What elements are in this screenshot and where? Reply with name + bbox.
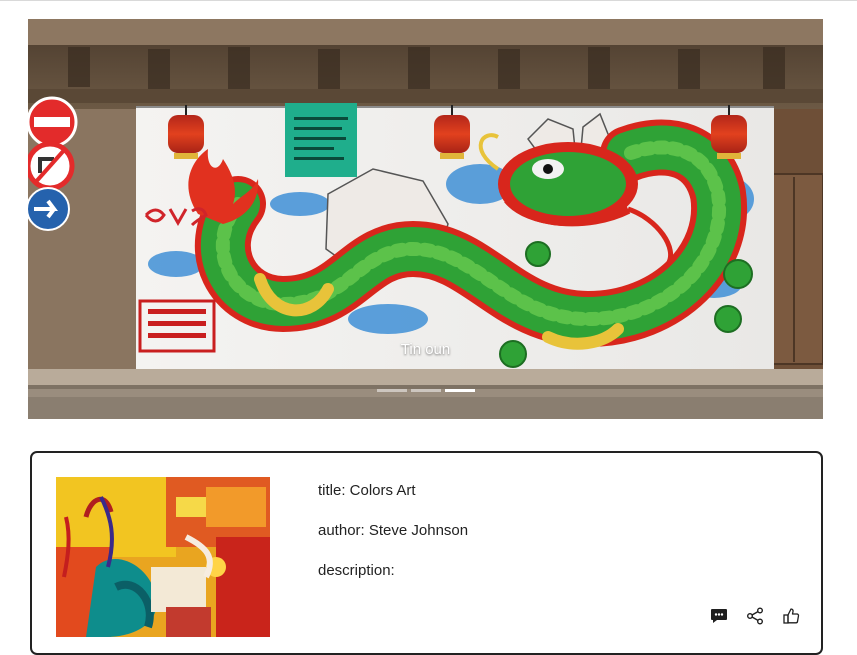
carousel-caption: Tin oun bbox=[400, 341, 451, 358]
card-actions bbox=[709, 606, 801, 626]
image-carousel[interactable]: Tin oun bbox=[28, 19, 823, 419]
artwork-card: title: Colors Art author: Steve Johnson … bbox=[30, 451, 823, 655]
carousel-slide-image bbox=[28, 19, 823, 419]
carousel-indicators bbox=[28, 389, 823, 392]
artwork-thumbnail[interactable] bbox=[56, 477, 270, 637]
artwork-author: author: Steve Johnson bbox=[318, 522, 469, 539]
carousel-indicator-3[interactable] bbox=[444, 389, 475, 392]
artwork-title: title: Colors Art bbox=[318, 482, 416, 499]
artwork-info: title: Colors Art author: Steve Johnson … bbox=[318, 482, 468, 602]
like-icon[interactable] bbox=[781, 606, 801, 626]
carousel-indicator-2[interactable] bbox=[410, 389, 441, 392]
artwork-description: description: bbox=[318, 562, 395, 579]
comment-icon[interactable] bbox=[709, 606, 729, 626]
carousel-indicator-1[interactable] bbox=[376, 389, 407, 392]
share-icon[interactable] bbox=[745, 606, 765, 626]
top-divider bbox=[0, 0, 857, 1]
